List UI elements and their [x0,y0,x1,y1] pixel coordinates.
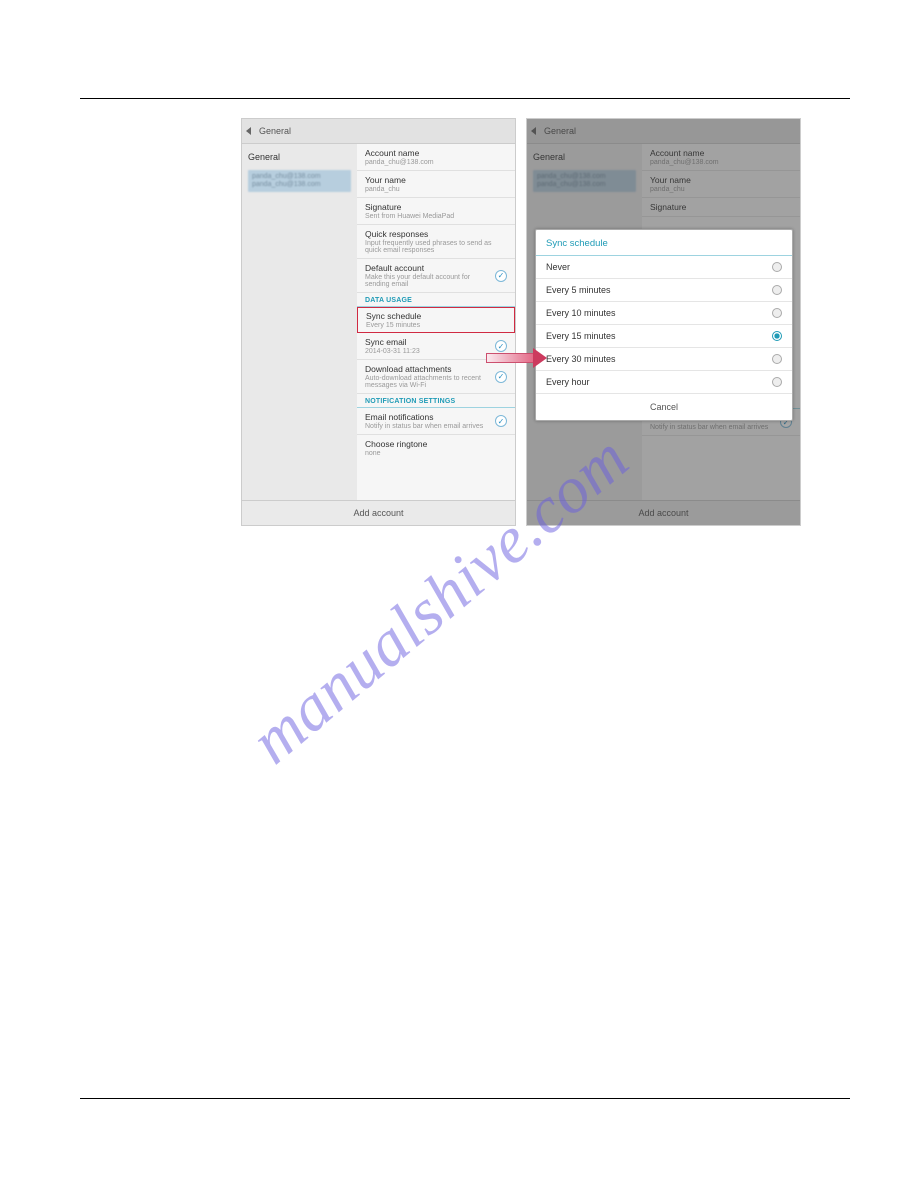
item-sub: panda_chu@138.com [365,159,507,166]
item-title: Your name [650,175,792,185]
header-title: General [259,126,291,136]
radio-icon[interactable] [772,262,782,272]
item-default-account[interactable]: Default account Make this your default a… [357,259,515,293]
pane-title: General [248,152,351,162]
screenshot-pair: General General panda_chu@138.com panda_… [241,118,801,526]
section-data-usage: DATA USAGE [357,293,515,307]
header-bar: General [242,119,515,144]
left-pane: General panda_chu@138.com panda_chu@138.… [242,144,357,500]
option-label: Every 10 minutes [546,308,616,318]
item-sync-schedule-highlighted[interactable]: Sync schedule Every 15 minutes [357,307,515,333]
arrow-icon [486,349,546,367]
item-sub: panda_chu [650,186,792,193]
item-your-name[interactable]: Your name panda_chu [642,171,800,198]
dialog-option-15min[interactable]: Every 15 minutes [536,325,792,348]
option-label: Every hour [546,377,590,387]
item-email-notifications[interactable]: Email notifications Notify in status bar… [357,408,515,435]
item-account-name[interactable]: Account name panda_chu@138.com [357,144,515,171]
item-title: Choose ringtone [365,439,507,449]
item-signature[interactable]: Signature Sent from Huawei MediaPad [357,198,515,225]
header-title: General [544,126,576,136]
radio-icon[interactable] [772,354,782,364]
dialog-option-5min[interactable]: Every 5 minutes [536,279,792,302]
dialog-option-10min[interactable]: Every 10 minutes [536,302,792,325]
radio-icon[interactable] [772,377,782,387]
check-icon[interactable] [495,270,507,282]
check-icon[interactable] [495,371,507,383]
section-notifications: NOTIFICATION SETTINGS [357,394,515,408]
radio-icon[interactable] [772,308,782,318]
option-label: Every 5 minutes [546,285,611,295]
screen-body: General panda_chu@138.com panda_chu@138.… [242,144,515,500]
item-choose-ringtone[interactable]: Choose ringtone none [357,435,515,461]
document-page: manualshive.com General General panda_ch… [0,0,918,1188]
item-title: Sync email [365,337,507,347]
account-line2: panda_chu@138.com [252,181,347,189]
item-signature[interactable]: Signature [642,198,800,217]
page-rule-bottom [80,1098,850,1099]
item-sub: Notify in status bar when email arrives [365,423,507,430]
dialog-option-hour[interactable]: Every hour [536,371,792,394]
item-title: Email notifications [365,412,507,422]
dialog-option-30min[interactable]: Every 30 minutes [536,348,792,371]
item-title: Signature [365,202,507,212]
option-label: Every 15 minutes [546,331,616,341]
account-line2: panda_chu@138.com [537,181,632,189]
screen-left: General General panda_chu@138.com panda_… [241,118,516,526]
option-label: Every 30 minutes [546,354,616,364]
arrow-head [533,348,547,368]
item-sub: panda_chu@138.com [650,159,792,166]
account-line1: panda_chu@138.com [537,173,632,181]
pane-title: General [533,152,636,162]
item-title: Your name [365,175,507,185]
dialog-cancel-button[interactable]: Cancel [536,394,792,420]
item-sub: panda_chu [365,186,507,193]
header-bar: General [527,119,800,144]
item-sub: none [365,450,507,457]
item-account-name[interactable]: Account name panda_chu@138.com [642,144,800,171]
option-label: Never [546,262,570,272]
item-title: Signature [650,202,792,212]
radio-icon[interactable] [772,285,782,295]
back-icon[interactable] [246,127,251,135]
page-rule-top [80,98,850,99]
add-account-button[interactable]: Add account [242,500,515,525]
back-icon[interactable] [531,127,536,135]
item-title: Sync schedule [366,311,506,321]
arrow-body [486,353,534,363]
check-icon[interactable] [495,415,507,427]
account-badge[interactable]: panda_chu@138.com panda_chu@138.com [533,170,636,192]
item-sub: Every 15 minutes [366,322,506,329]
item-sub: Make this your default account for sendi… [365,274,507,288]
dialog-title: Sync schedule [536,230,792,256]
item-title: Account name [650,148,792,158]
sync-schedule-dialog: Sync schedule Never Every 5 minutes Ever… [535,229,793,421]
account-line1: panda_chu@138.com [252,173,347,181]
item-title: Account name [365,148,507,158]
item-title: Default account [365,263,507,273]
item-title: Quick responses [365,229,507,239]
item-sub: Sent from Huawei MediaPad [365,213,507,220]
item-sub: Auto-download attachments to recent mess… [365,375,507,389]
account-badge[interactable]: panda_chu@138.com panda_chu@138.com [248,170,351,192]
screen-gap [516,118,526,526]
item-quick-responses[interactable]: Quick responses Input frequently used ph… [357,225,515,259]
item-sub: Input frequently used phrases to send as… [365,240,507,254]
radio-icon-selected[interactable] [772,331,782,341]
item-your-name[interactable]: Your name panda_chu [357,171,515,198]
add-account-button[interactable]: Add account [527,500,800,525]
right-pane: Account name panda_chu@138.com Your name… [357,144,515,500]
screen-right: General General panda_chu@138.com panda_… [526,118,801,526]
dialog-option-never[interactable]: Never [536,256,792,279]
item-sub: Notify in status bar when email arrives [650,424,792,431]
